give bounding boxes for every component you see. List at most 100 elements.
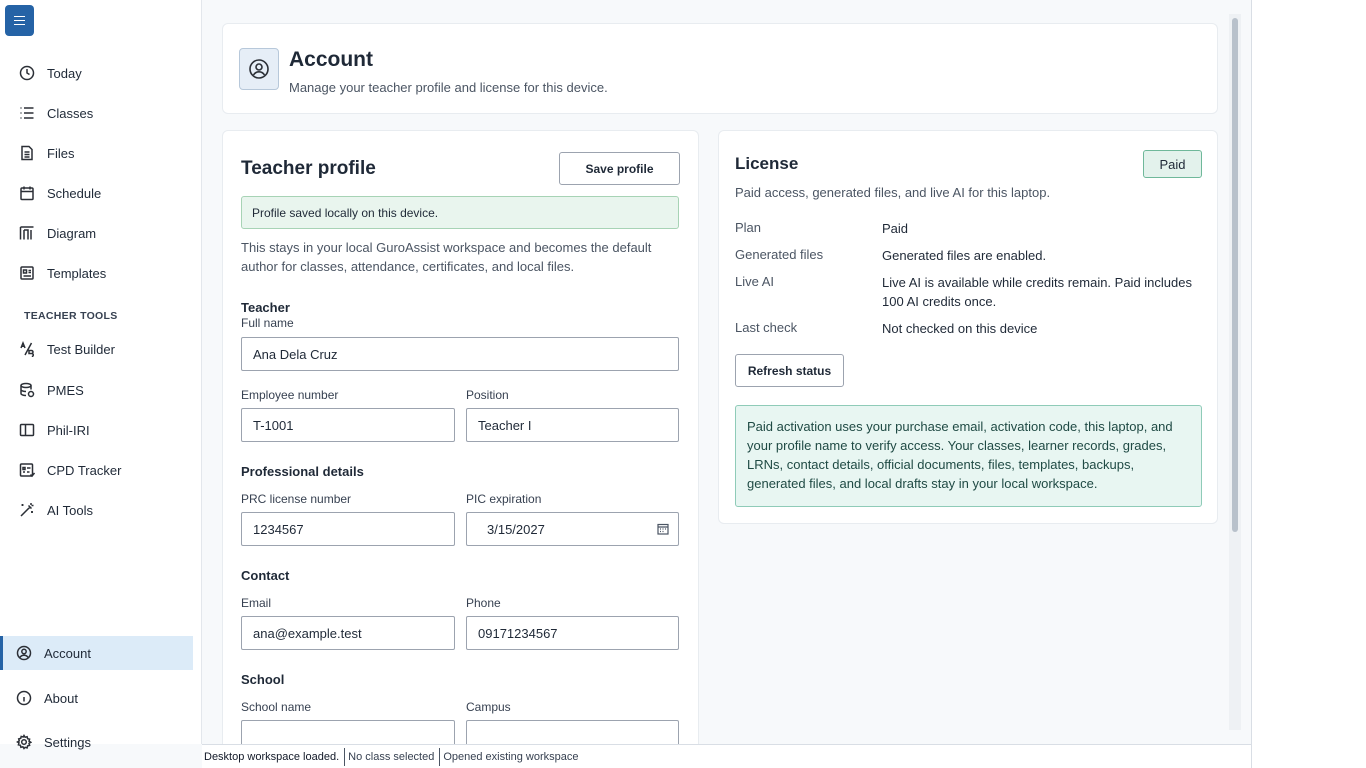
position-input[interactable]: Teacher I xyxy=(466,408,679,442)
prc-license-label: PRC license number xyxy=(241,492,352,506)
file-icon xyxy=(18,144,36,162)
pic-expiration-label: PIC expiration xyxy=(466,492,542,506)
sidebar-item-label: Phil-IRI xyxy=(47,422,90,438)
calendar-picker-icon[interactable] xyxy=(657,523,669,535)
profile-saved-alert: Profile saved locally on this device. xyxy=(241,196,679,229)
full-name-label: Full name xyxy=(241,316,294,330)
group-title-contact: Contact xyxy=(241,568,290,583)
page-title: Account xyxy=(289,48,373,71)
group-title-school: School xyxy=(241,672,285,687)
generated-files-value: Generated files are enabled. xyxy=(882,248,1047,263)
group-title-teacher: Teacher xyxy=(241,300,290,315)
sidebar-item-label: Templates xyxy=(47,265,107,281)
clock-icon xyxy=(18,64,36,82)
school-name-input[interactable] xyxy=(241,720,455,744)
status-bar: Desktop workspace loaded. No class selec… xyxy=(202,744,1251,768)
profile-description: This stays in your local GuroAssist work… xyxy=(241,240,652,274)
sidebar-item-account[interactable]: Account xyxy=(0,636,193,670)
sidebar-item-label: AI Tools xyxy=(47,502,94,518)
teacher-profile-card: Teacher profile Save profile Profile sav… xyxy=(222,130,699,744)
section-label-teacher-tools: TEACHER TOOLS xyxy=(24,310,118,322)
pic-expiration-value: 3/15/2027 xyxy=(487,522,545,537)
sidebar-item-cpd-tracker[interactable]: CPD Tracker xyxy=(0,453,193,487)
sidebar-item-ai-tools[interactable]: AI Tools xyxy=(0,493,193,527)
save-profile-button[interactable]: Save profile xyxy=(559,152,680,185)
sidebar-item-classes[interactable]: Classes xyxy=(0,96,193,130)
campus-input[interactable] xyxy=(466,720,679,744)
plan-value: Paid xyxy=(882,221,909,236)
sidebar-item-phil-iri[interactable]: Phil-IRI xyxy=(0,413,193,447)
sidebar-item-label: PMES xyxy=(47,382,84,398)
last-check-value: Not checked on this device xyxy=(882,321,1038,336)
gear-icon xyxy=(15,733,33,751)
info-icon xyxy=(15,689,33,707)
list-icon xyxy=(18,104,36,122)
email-label: Email xyxy=(241,596,272,610)
template-icon xyxy=(18,264,36,282)
page-subtitle: Manage your teacher profile and license … xyxy=(289,80,608,95)
main-scrollbar[interactable] xyxy=(1229,14,1241,730)
sidebar-item-settings[interactable]: Settings xyxy=(0,725,193,759)
employee-number-label: Employee number xyxy=(241,388,339,402)
license-title: License xyxy=(735,154,799,173)
user-circle-icon xyxy=(15,644,33,662)
generated-files-label: Generated files xyxy=(735,247,824,262)
phone-input[interactable]: 09171234567 xyxy=(466,616,679,650)
sidebar-item-test-builder[interactable]: Test Builder xyxy=(0,332,193,366)
sidebar-item-label: Settings xyxy=(44,734,91,750)
sidebar-item-label: Classes xyxy=(47,105,94,121)
full-name-input[interactable]: Ana Dela Cruz xyxy=(241,337,679,371)
app-window: Today Classes Files Schedule Diagram Tem… xyxy=(0,0,1252,768)
sidebar-item-label: Today xyxy=(47,65,82,81)
sidebar-item-today[interactable]: Today xyxy=(0,56,193,90)
sidebar: Today Classes Files Schedule Diagram Tem… xyxy=(0,0,202,750)
page-header: Account Manage your teacher profile and … xyxy=(222,23,1218,114)
sidebar-item-diagram[interactable]: Diagram xyxy=(0,216,193,250)
prc-license-input[interactable]: 1234567 xyxy=(241,512,455,546)
sidebar-item-label: Schedule xyxy=(47,185,102,201)
employee-number-input[interactable]: T-1001 xyxy=(241,408,455,442)
position-label: Position xyxy=(466,388,509,402)
school-name-label: School name xyxy=(241,700,312,714)
phone-label: Phone xyxy=(466,596,501,610)
live-ai-value: Live AI is available while credits remai… xyxy=(882,275,1192,309)
hamburger-icon xyxy=(14,16,25,25)
sidebar-item-label: Test Builder xyxy=(47,341,115,357)
license-card: License Paid Paid access, generated file… xyxy=(718,130,1218,524)
sidebar-item-templates[interactable]: Templates xyxy=(0,256,193,290)
group-title-professional: Professional details xyxy=(241,464,364,479)
campus-label: Campus xyxy=(466,700,511,714)
main-content: Account Manage your teacher profile and … xyxy=(202,0,1251,744)
sidebar-item-pmes[interactable]: PMES xyxy=(0,373,193,407)
email-input[interactable]: ana@example.test xyxy=(241,616,455,650)
calendar-icon xyxy=(18,184,36,202)
scrollbar-thumb[interactable] xyxy=(1232,18,1238,532)
status-workspace: Desktop workspace loaded. xyxy=(202,747,346,766)
book-icon xyxy=(18,421,36,439)
hamburger-menu-button[interactable] xyxy=(5,5,34,36)
license-privacy-note: Paid activation uses your purchase email… xyxy=(735,405,1202,507)
sidebar-item-label: CPD Tracker xyxy=(47,462,122,478)
sidebar-item-files[interactable]: Files xyxy=(0,136,193,170)
plan-label: Plan xyxy=(735,220,762,235)
sidebar-item-schedule[interactable]: Schedule xyxy=(0,176,193,210)
tracker-icon xyxy=(18,461,36,479)
sidebar-item-label: Account xyxy=(44,645,91,661)
license-subtitle: Paid access, generated files, and live A… xyxy=(735,185,1051,200)
refresh-status-button[interactable]: Refresh status xyxy=(735,354,844,387)
sidebar-item-label: About xyxy=(44,690,78,706)
sidebar-item-about[interactable]: About xyxy=(0,681,193,715)
last-check-label: Last check xyxy=(735,320,798,335)
user-circle-icon xyxy=(239,48,279,90)
status-class: No class selected xyxy=(345,747,441,766)
status-opened: Opened existing workspace xyxy=(443,750,579,763)
pic-expiration-date-input[interactable]: 3/15/2027 xyxy=(466,512,679,546)
sidebar-item-label: Files xyxy=(47,145,75,161)
sidebar-item-label: Diagram xyxy=(47,225,97,241)
profile-title: Teacher profile xyxy=(241,158,376,179)
magic-wand-icon xyxy=(18,501,36,519)
live-ai-label: Live AI xyxy=(735,274,775,289)
diagram-icon xyxy=(18,224,36,242)
database-icon xyxy=(18,381,36,399)
license-status-badge: Paid xyxy=(1143,150,1202,178)
